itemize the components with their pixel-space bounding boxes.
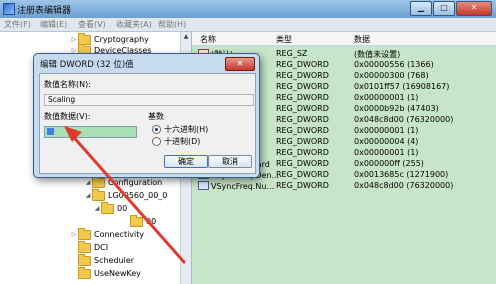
- column-header-data[interactable]: 数据: [354, 34, 370, 45]
- maximize-button[interactable]: □: [433, 1, 455, 16]
- value-data-cell: 0x048c8d00 (76320000): [354, 181, 454, 190]
- value-data-cell: 0x00000001 (1): [354, 148, 419, 157]
- value-data-cell: 0x00000556 (1366): [354, 60, 434, 69]
- folder-icon: [130, 214, 143, 227]
- base-group-label: 基数: [148, 112, 164, 121]
- tree-item-lg-config[interactable]: ◢ LG00560_00_0: [84, 188, 168, 201]
- window-title: 注册表编辑器: [17, 6, 72, 16]
- value-type-cell: REG_DWORD: [276, 60, 329, 69]
- value-data-cell: 0x00000300 (768): [354, 71, 429, 80]
- value-name-text: VSyncFreq.Nu...: [211, 182, 275, 191]
- folder-icon: [92, 188, 105, 201]
- tree-item-label: Connectivity: [94, 230, 145, 239]
- folder-icon: [78, 266, 91, 279]
- value-data-label: 数值数据(V):: [44, 112, 91, 121]
- value-type-cell: REG_DWORD: [276, 82, 329, 91]
- tree-item-label: Configuration: [108, 178, 163, 187]
- collapse-icon[interactable]: ◢: [84, 179, 92, 186]
- value-data-cell: 0x00000001 (1): [354, 126, 419, 135]
- tree-item-scheduler[interactable]: Scheduler: [70, 253, 135, 266]
- radio-selected-icon: [152, 125, 161, 134]
- value-data-cell: 0x0013685c (1271900): [354, 170, 449, 179]
- tree-item-connectivity[interactable]: ▷ Connectivity: [70, 227, 145, 240]
- value-data-cell: 0x0000b92b (47403): [354, 104, 439, 113]
- tree-item-label: 00: [117, 204, 128, 213]
- value-type-cell: REG_DWORD: [276, 148, 329, 157]
- dword-value-icon: [198, 181, 209, 190]
- value-type-cell: REG_DWORD: [276, 126, 329, 135]
- radio-dec-label: 十进制(D): [164, 137, 201, 146]
- regedit-app-icon: [3, 3, 15, 15]
- ok-button[interactable]: 确定: [164, 155, 208, 168]
- tree-item-00-child[interactable]: 00: [122, 214, 157, 227]
- radio-decimal[interactable]: 十进制(D): [152, 136, 200, 147]
- value-type-cell: REG_DWORD: [276, 115, 329, 124]
- collapse-icon[interactable]: ◢: [93, 205, 101, 212]
- menu-view[interactable]: 查看(V): [78, 19, 106, 30]
- text-caret: [47, 128, 54, 135]
- dialog-close-button[interactable]: ✕: [225, 57, 255, 71]
- menu-help[interactable]: 帮助(H): [158, 19, 186, 30]
- dialog-title: 编辑 DWORD (32 位)值: [40, 60, 134, 70]
- tree-item-label: Scheduler: [94, 256, 135, 265]
- radio-hex-label: 十六进制(H): [164, 125, 209, 134]
- value-data-input[interactable]: [44, 126, 137, 138]
- value-data-cell: 0x00000004 (4): [354, 137, 419, 146]
- close-button[interactable]: ✕: [456, 1, 492, 16]
- menu-file[interactable]: 文件(F): [4, 19, 31, 30]
- folder-icon: [101, 201, 114, 214]
- expand-icon[interactable]: ▷: [70, 231, 78, 238]
- dialog-body: 数值名称(N): Scaling 数值数据(V): 基数 十六进制(H) 十进制…: [39, 73, 256, 174]
- tree-item-usenewkey[interactable]: UseNewKey: [70, 266, 141, 279]
- value-type-cell: REG_DWORD: [276, 71, 329, 80]
- value-data-cell: 0x048c8d00 (76320000): [354, 115, 454, 124]
- tree-item-00[interactable]: ◢ 00: [93, 201, 128, 214]
- edit-dword-dialog: 编辑 DWORD (32 位)值 ✕ 数值名称(N): Scaling 数值数据…: [33, 53, 260, 178]
- radio-unselected-icon: [152, 137, 161, 146]
- column-header-type[interactable]: 类型: [276, 34, 292, 45]
- tree-item-label: DCI: [94, 243, 109, 252]
- value-data-cell: 0x00000001 (1): [354, 93, 419, 102]
- value-name-cell: VSyncFreq.Nu...: [198, 181, 274, 191]
- tree-item-configuration[interactable]: ◢ Configuration: [84, 175, 163, 188]
- folder-icon: [78, 227, 91, 240]
- folder-icon: [78, 240, 91, 253]
- value-type-cell: REG_DWORD: [276, 104, 329, 113]
- expand-icon[interactable]: ▷: [70, 36, 78, 43]
- tree-item-label: LG00560_00_0: [108, 191, 168, 200]
- value-data-cell: 0x000000ff (255): [354, 159, 424, 168]
- scroll-up-arrow-icon[interactable]: ▲: [181, 32, 191, 42]
- value-type-cell: REG_DWORD: [276, 181, 329, 190]
- menu-favorites[interactable]: 收藏夹(A): [116, 19, 152, 30]
- value-type-cell: REG_DWORD: [276, 170, 329, 179]
- value-name-field: Scaling: [44, 94, 254, 106]
- radio-hexadecimal[interactable]: 十六进制(H): [152, 124, 208, 135]
- value-type-cell: REG_DWORD: [276, 159, 329, 168]
- menu-edit[interactable]: 编辑(E): [40, 19, 67, 30]
- table-row[interactable]: VSyncFreq.Nu... REG_DWORD 0x048c8d00 (7632…: [192, 180, 496, 191]
- tree-item-label: 00: [146, 217, 157, 226]
- cancel-button[interactable]: 取消: [208, 155, 252, 168]
- minimize-button[interactable]: ▁: [410, 1, 432, 16]
- list-header: 名称 类型 数据: [192, 32, 496, 46]
- caption-buttons: ▁ □ ✕: [410, 1, 492, 16]
- window-title-bar: 注册表编辑器 ▁ □ ✕: [0, 0, 496, 18]
- folder-icon: [92, 175, 105, 188]
- collapse-icon[interactable]: ◢: [84, 192, 92, 199]
- value-type-cell: REG_DWORD: [276, 137, 329, 146]
- value-name-label: 数值名称(N):: [44, 80, 91, 89]
- tree-item-label: Cryptography: [94, 35, 149, 44]
- menu-bar: 文件(F) 编辑(E) 查看(V) 收藏夹(A) 帮助(H): [0, 18, 496, 32]
- value-type-cell: REG_SZ: [276, 49, 308, 58]
- tree-item-label: UseNewKey: [94, 269, 141, 278]
- folder-icon: [78, 253, 91, 266]
- tree-item-dci[interactable]: DCI: [70, 240, 109, 253]
- value-data-cell: 0x0101ff57 (16908167): [354, 82, 450, 91]
- column-header-name[interactable]: 名称: [200, 34, 216, 45]
- value-type-cell: REG_DWORD: [276, 93, 329, 102]
